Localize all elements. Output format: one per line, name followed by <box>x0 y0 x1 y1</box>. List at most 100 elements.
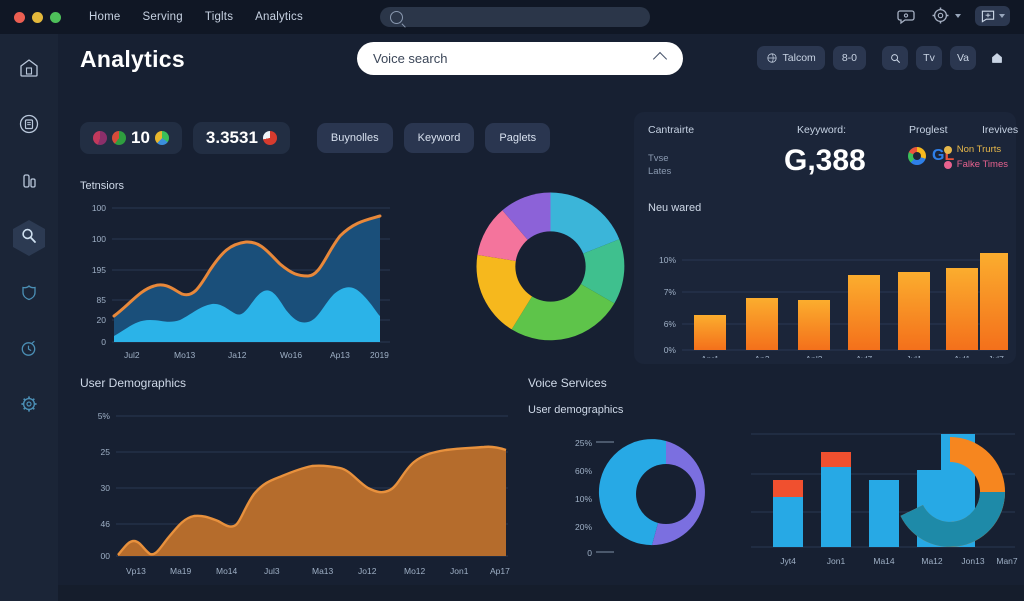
category-donut-chart[interactable] <box>458 174 643 359</box>
clock-icon <box>17 336 41 365</box>
sidebar-item-reports[interactable] <box>9 162 49 202</box>
chevron-down-icon[interactable] <box>955 14 961 18</box>
legend-dot <box>943 145 952 154</box>
tv-chip-label: Tv <box>923 52 935 64</box>
user-demographics-area-chart[interactable]: 5% 25 30 46 00 Vp13 Ma19 Mo14 Jul3 Ma13 … <box>68 398 516 578</box>
menu-item-home[interactable]: Home <box>89 11 120 23</box>
home-chip[interactable] <box>984 46 1010 70</box>
menu-item-serving[interactable]: Serving <box>142 11 182 23</box>
svg-text:Jul7: Jul7 <box>988 354 1004 358</box>
svg-text:Ayl7: Ayl7 <box>856 354 873 358</box>
tv-chip[interactable]: Tv <box>916 46 942 70</box>
svg-text:Apl3: Apl3 <box>805 354 822 358</box>
search-icon <box>890 53 900 63</box>
voice-user-demographics-title: User demographics <box>528 404 624 416</box>
menu-item-analytics[interactable]: Analytics <box>255 11 303 23</box>
legend-dot <box>943 160 952 169</box>
chevron-up-icon[interactable] <box>652 51 668 67</box>
message-icon <box>981 10 995 23</box>
global-search-input[interactable] <box>380 7 650 27</box>
globe-icon <box>766 53 777 63</box>
gear-icon <box>17 392 41 421</box>
sidebar-item-search[interactable] <box>9 218 49 258</box>
count-chip[interactable]: 8-0 <box>832 46 866 70</box>
bar-chart-title: Neu wared <box>648 202 702 214</box>
summary-legend: Non Trurts Falke Times <box>943 144 1008 174</box>
svg-text:Ap13: Ap13 <box>330 350 350 360</box>
svg-text:Jon13: Jon13 <box>961 556 984 566</box>
voice-services-title: Voice Services <box>528 376 607 390</box>
minimize-window-button[interactable] <box>32 11 43 23</box>
telecom-chip-label: Talcom <box>782 52 816 64</box>
summary-col1-sub-line1: Tvse <box>648 153 669 164</box>
summary-col2-value: G,388 <box>784 144 866 177</box>
ring-segment-teal <box>900 492 1005 547</box>
svg-text:Ma12: Ma12 <box>921 556 943 566</box>
close-window-button[interactable] <box>14 11 25 23</box>
svg-text:25%: 25% <box>575 438 592 448</box>
chat-icon[interactable] <box>897 6 917 26</box>
svg-text:Jo12: Jo12 <box>358 566 377 576</box>
telecom-chip[interactable]: Talcom <box>756 46 825 70</box>
voice-services-donut-chart[interactable]: 25% 60% 10% 20% 0 <box>548 424 748 564</box>
svg-text:Jul1: Jul1 <box>906 354 922 358</box>
traffic-lights <box>0 11 61 23</box>
summary-col1-sub-line2: Lates <box>648 166 672 177</box>
svg-text:Jon1: Jon1 <box>450 566 469 576</box>
home-icon <box>17 56 41 85</box>
message-icon-chip[interactable] <box>975 6 1010 26</box>
main-menu: Home Serving Tiglts Analytics <box>89 11 303 23</box>
voice-services-ring-chart[interactable] <box>885 427 1015 557</box>
trend-area-chart[interactable]: 100 100 195 85 20 0 Jul2 Mo13 Ja12 Wo16 … <box>70 194 400 364</box>
svg-text:100: 100 <box>92 234 106 244</box>
svg-text:Man7: Man7 <box>996 556 1018 566</box>
svg-text:2019: 2019 <box>370 350 389 360</box>
new-wared-bar-chart[interactable]: 10% 7% 6% 0% Apr1 Ap3 Apl3 A <box>640 220 1012 358</box>
title-bar: Home Serving Tiglts Analytics <box>0 0 1024 34</box>
va-chip[interactable]: Va <box>950 46 976 70</box>
trend-chart-title: Tetnsiors <box>80 180 125 192</box>
menu-item-tiglts[interactable]: Tiglts <box>205 11 233 23</box>
svg-text:Apr1: Apr1 <box>701 354 719 358</box>
svg-text:00: 00 <box>101 551 111 561</box>
svg-text:6%: 6% <box>664 319 677 329</box>
svg-text:Mo14: Mo14 <box>216 566 238 576</box>
legend-item-non-trurts: Non Trurts <box>943 144 1008 155</box>
sidebar-item-security[interactable] <box>9 274 49 314</box>
svg-text:Mo13: Mo13 <box>174 350 196 360</box>
sidebar-item-documents[interactable] <box>9 106 49 146</box>
svg-text:Ap17: Ap17 <box>490 566 510 576</box>
maximize-window-button[interactable] <box>50 11 61 23</box>
svg-text:Jon1: Jon1 <box>827 556 846 566</box>
chevron-down-icon[interactable] <box>999 14 1005 18</box>
user-demographics-title: User Demographics <box>80 376 187 390</box>
svg-text:10%: 10% <box>659 255 676 265</box>
summary-panel: Cantrairte Tvse Lates Keyyword: G,388 Pr… <box>634 112 1018 364</box>
donut-hole <box>515 231 586 302</box>
voice-search-input[interactable]: Voice search <box>357 42 683 75</box>
svg-text:0%: 0% <box>664 345 677 355</box>
svg-text:25: 25 <box>101 447 111 457</box>
bar-segment-blue <box>821 467 851 547</box>
document-icon <box>17 112 41 141</box>
gear-icon[interactable] <box>931 6 951 26</box>
user-demographics-panel: User Demographics 5% 25 30 46 00 Vp13 Ma… <box>66 372 518 580</box>
voice-search-value: Voice search <box>373 51 448 66</box>
sidebar-item-history[interactable] <box>9 330 49 370</box>
legend-label: Non Trurts <box>956 144 1002 155</box>
bar-segment-red <box>821 452 851 467</box>
svg-text:100: 100 <box>92 203 106 213</box>
svg-text:Ma19: Ma19 <box>170 566 192 576</box>
svg-text:Vp13: Vp13 <box>126 566 146 576</box>
svg-text:Jyt4: Jyt4 <box>780 556 796 566</box>
svg-text:Ja12: Ja12 <box>228 350 247 360</box>
search-chip[interactable] <box>882 46 908 70</box>
svg-text:46: 46 <box>101 519 111 529</box>
sidebar-item-home[interactable] <box>9 50 49 90</box>
home-icon <box>992 53 1002 63</box>
search-icon <box>17 224 41 253</box>
svg-text:7%: 7% <box>664 287 677 297</box>
sidebar-item-settings[interactable] <box>9 386 49 426</box>
svg-text:Jul2: Jul2 <box>124 350 140 360</box>
svg-text:20: 20 <box>97 315 107 325</box>
